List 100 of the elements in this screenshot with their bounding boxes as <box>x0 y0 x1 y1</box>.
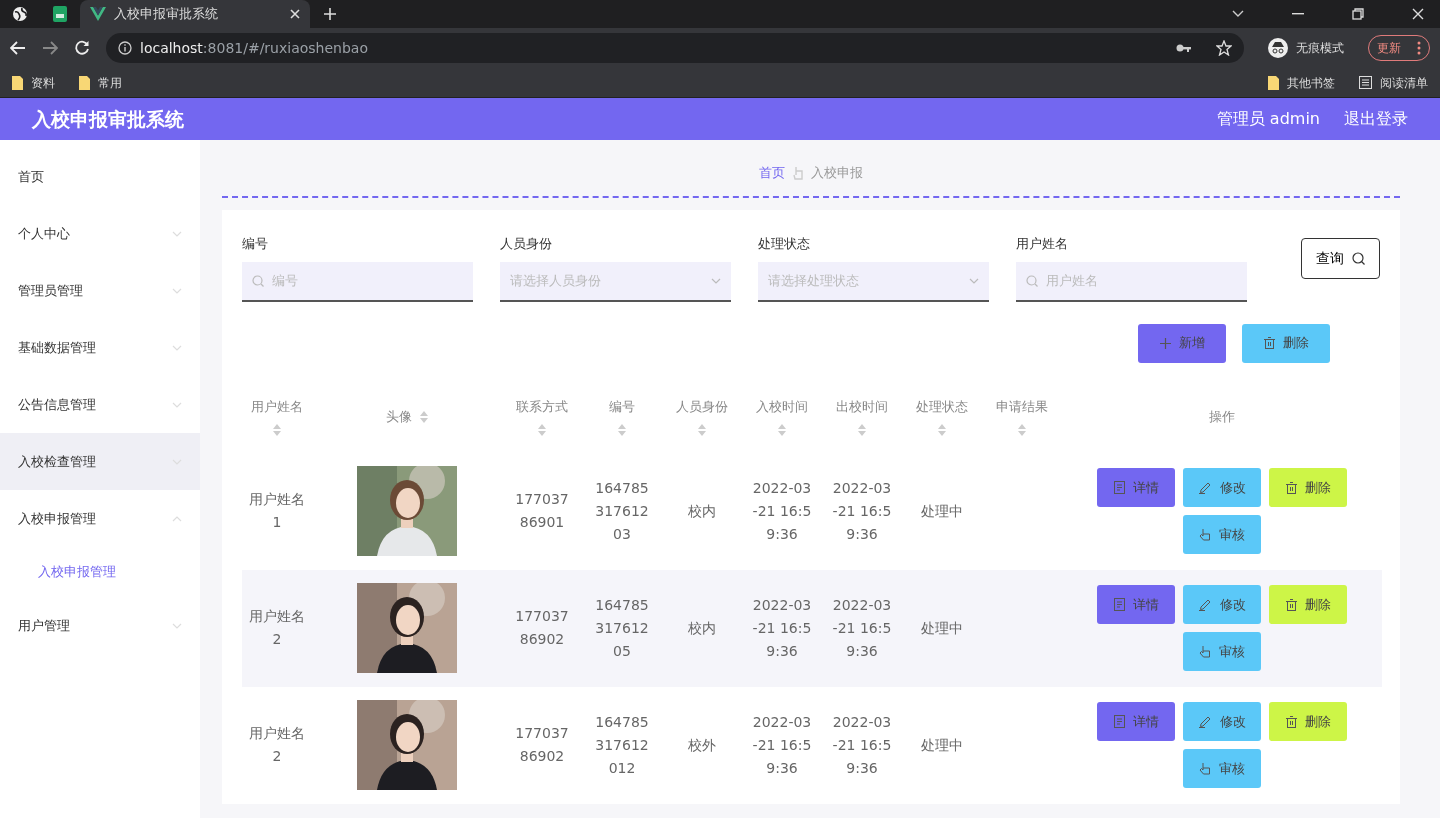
column-header: 联系方式 <box>516 397 568 416</box>
edit-button[interactable]: 修改 <box>1183 468 1261 507</box>
review-button[interactable]: 审核 <box>1183 749 1261 788</box>
status-cell: 处理中 <box>921 502 963 519</box>
filter-label: 人员身份 <box>500 235 553 253</box>
table-cell-text: 17703786902 <box>514 607 570 649</box>
breadcrumb-link[interactable]: 首页 <box>759 163 785 183</box>
search-icon <box>1026 274 1038 287</box>
table-cell-text: 2022-03-21 16:59:36 <box>831 712 893 778</box>
hand-icon <box>793 166 803 180</box>
document-icon <box>1113 598 1125 611</box>
key-icon[interactable] <box>1176 43 1192 53</box>
document-icon <box>1113 715 1125 728</box>
close-icon[interactable] <box>290 9 300 19</box>
trash-icon <box>1285 598 1297 611</box>
incognito-icon <box>1268 38 1288 58</box>
chevron-down-icon <box>969 277 979 284</box>
sidebar-item[interactable]: 基础数据管理 <box>0 319 200 376</box>
chevron-down-icon <box>172 230 182 237</box>
close-icon[interactable] <box>1412 8 1424 20</box>
pencil-icon <box>1198 481 1212 494</box>
column-header: 人员身份 <box>676 397 728 416</box>
bookmark[interactable]: 常用 <box>79 73 122 92</box>
back-arrow-icon[interactable] <box>10 41 26 55</box>
document-icon <box>1113 481 1125 494</box>
address-bar[interactable]: localhost:8081/#/ruxiaoshenbao <box>106 33 1244 63</box>
status-cell: 处理中 <box>921 736 963 753</box>
hand-icon <box>1199 645 1211 658</box>
table-cell-text: 用户姓名1 <box>248 490 306 532</box>
delete-button[interactable]: 删除 <box>1269 468 1347 507</box>
pencil-icon <box>1198 715 1212 728</box>
plus-icon <box>1159 337 1171 349</box>
sidebar-item[interactable]: 入校检查管理 <box>0 433 200 490</box>
table-cell-text: 17703786901 <box>514 490 570 532</box>
star-icon[interactable] <box>1216 40 1232 56</box>
logout-link[interactable]: 退出登录 <box>1344 107 1408 131</box>
trash-icon <box>1285 715 1297 728</box>
trash-icon <box>1285 481 1297 494</box>
delete-button[interactable]: 删除 <box>1269 585 1347 624</box>
breadcrumb-link[interactable]: 入校申报 <box>811 163 863 183</box>
globe-icon[interactable] <box>12 6 28 22</box>
reload-icon[interactable] <box>74 40 90 56</box>
table-cell: 校内 <box>688 502 716 519</box>
sidebar-item[interactable]: 个人中心 <box>0 205 200 262</box>
search-icon <box>252 274 264 287</box>
chevron-down-icon <box>172 458 182 465</box>
chevron-down-icon[interactable] <box>1232 10 1244 18</box>
trash-icon <box>1263 337 1275 349</box>
column-header: 出校时间 <box>836 397 888 416</box>
delete-button[interactable]: 删除 <box>1269 702 1347 741</box>
status-cell: 处理中 <box>921 619 963 636</box>
sidebar-item[interactable]: 首页 <box>0 148 200 205</box>
search-button[interactable]: 查询 <box>1301 238 1380 279</box>
user-label: 管理员 admin <box>1216 108 1320 130</box>
column-header: 处理状态 <box>916 397 968 416</box>
forward-arrow-icon[interactable] <box>42 41 58 55</box>
review-button[interactable]: 审核 <box>1183 632 1261 671</box>
review-button[interactable]: 审核 <box>1183 515 1261 554</box>
table-cell: 校内 <box>688 619 716 636</box>
hand-icon <box>1199 762 1211 775</box>
reading-list[interactable]: 阅读清单 <box>1359 73 1428 92</box>
minimize-icon[interactable] <box>1292 13 1304 15</box>
bookmark[interactable]: 资料 <box>12 73 55 92</box>
hand-icon <box>1199 528 1211 541</box>
plus-icon[interactable] <box>323 7 337 21</box>
table-cell-text: 2022-03-21 16:59:36 <box>751 595 813 661</box>
table-cell-text: 164785317612012 <box>594 712 650 778</box>
table-cell-text: 用户姓名2 <box>248 607 306 649</box>
table-cell-text: 2022-03-21 16:59:36 <box>751 478 813 544</box>
folder-icon <box>79 75 90 90</box>
column-header: 编号 <box>609 397 635 416</box>
filter-label: 用户姓名 <box>1016 235 1069 253</box>
spreadsheet-icon[interactable] <box>53 6 67 22</box>
restore-icon[interactable] <box>1352 8 1364 20</box>
chevron-down-icon <box>172 344 182 351</box>
incognito-button[interactable]: 无痕模式 <box>1260 35 1352 61</box>
edit-button[interactable]: 修改 <box>1183 585 1261 624</box>
chevron-down-icon <box>172 401 182 408</box>
column-header: 用户姓名 <box>251 397 303 416</box>
column-header: 申请结果 <box>996 397 1048 416</box>
table-cell-text: 16478531761203 <box>594 478 650 544</box>
table-cell: 校外 <box>688 736 716 753</box>
sidebar-item[interactable]: 入校申报管理 <box>0 490 200 547</box>
pencil-icon <box>1198 598 1212 611</box>
sidebar-item[interactable]: 公告信息管理 <box>0 376 200 433</box>
folder-icon <box>12 75 23 90</box>
column-header: 头像 <box>386 407 412 426</box>
table-cell-text: 17703786902 <box>514 724 570 766</box>
sidebar-item[interactable]: 管理员管理 <box>0 262 200 319</box>
chevron-down-icon <box>172 287 182 294</box>
v-logo-icon <box>90 7 106 21</box>
column-header: 操作 <box>1209 408 1235 424</box>
sidebar-item[interactable]: 用户管理 <box>0 597 200 654</box>
sidebar-subitem[interactable]: 入校申报管理 <box>0 547 200 597</box>
other-bookmarks[interactable]: 其他书签 <box>1268 73 1335 92</box>
folder-icon <box>1268 75 1279 90</box>
delete-button[interactable]: 删除 <box>1242 323 1330 363</box>
edit-button[interactable]: 修改 <box>1183 702 1261 741</box>
browser-tab[interactable]: 入校申报审批系统 <box>80 0 310 28</box>
table-cell-text: 16478531761205 <box>594 595 650 661</box>
